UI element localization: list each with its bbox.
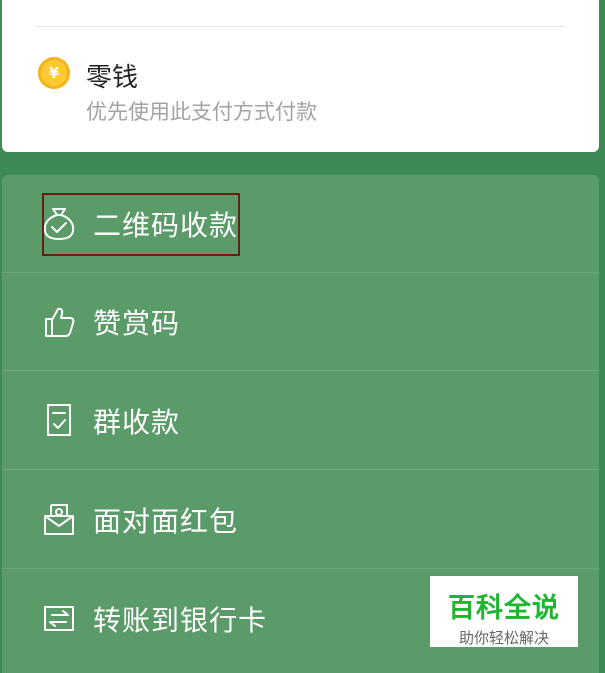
menu-item-face-to-face-red-packet[interactable]: 面对面红包 <box>2 471 599 569</box>
envelope-face-icon <box>44 504 74 535</box>
menu-item-label: 面对面红包 <box>93 505 239 538</box>
menu-item-label: 群收款 <box>93 406 181 439</box>
divider <box>2 469 599 470</box>
watermark-subtitle: 助你轻松解决 <box>458 629 549 647</box>
watermark: 百科全说 助你轻松解决 <box>430 576 578 647</box>
watermark-title: 百科全说 <box>448 593 560 624</box>
payment-method-subtitle: 优先使用此支付方式付款 <box>86 100 317 124</box>
payment-method-card[interactable]: ¥ 零钱 优先使用此支付方式付款 <box>2 0 599 152</box>
menu-item-group-collect[interactable]: 群收款 <box>2 372 599 470</box>
coin-glyph: ¥ <box>48 64 60 82</box>
thumbs-up-icon <box>45 307 75 337</box>
bank-transfer-icon <box>44 606 74 631</box>
coin-icon: ¥ <box>38 57 70 89</box>
payment-method-title: 零钱 <box>86 63 139 93</box>
menu-item-appreciation-code[interactable]: 赞赏码 <box>2 273 599 371</box>
menu-item-label: 赞赏码 <box>93 307 181 340</box>
highlight-box <box>42 193 240 256</box>
menu-item-label: 转账到银行卡 <box>93 604 268 637</box>
divider <box>2 370 599 371</box>
divider <box>2 568 599 569</box>
receipt-check-icon <box>47 404 71 436</box>
divider <box>36 26 565 27</box>
